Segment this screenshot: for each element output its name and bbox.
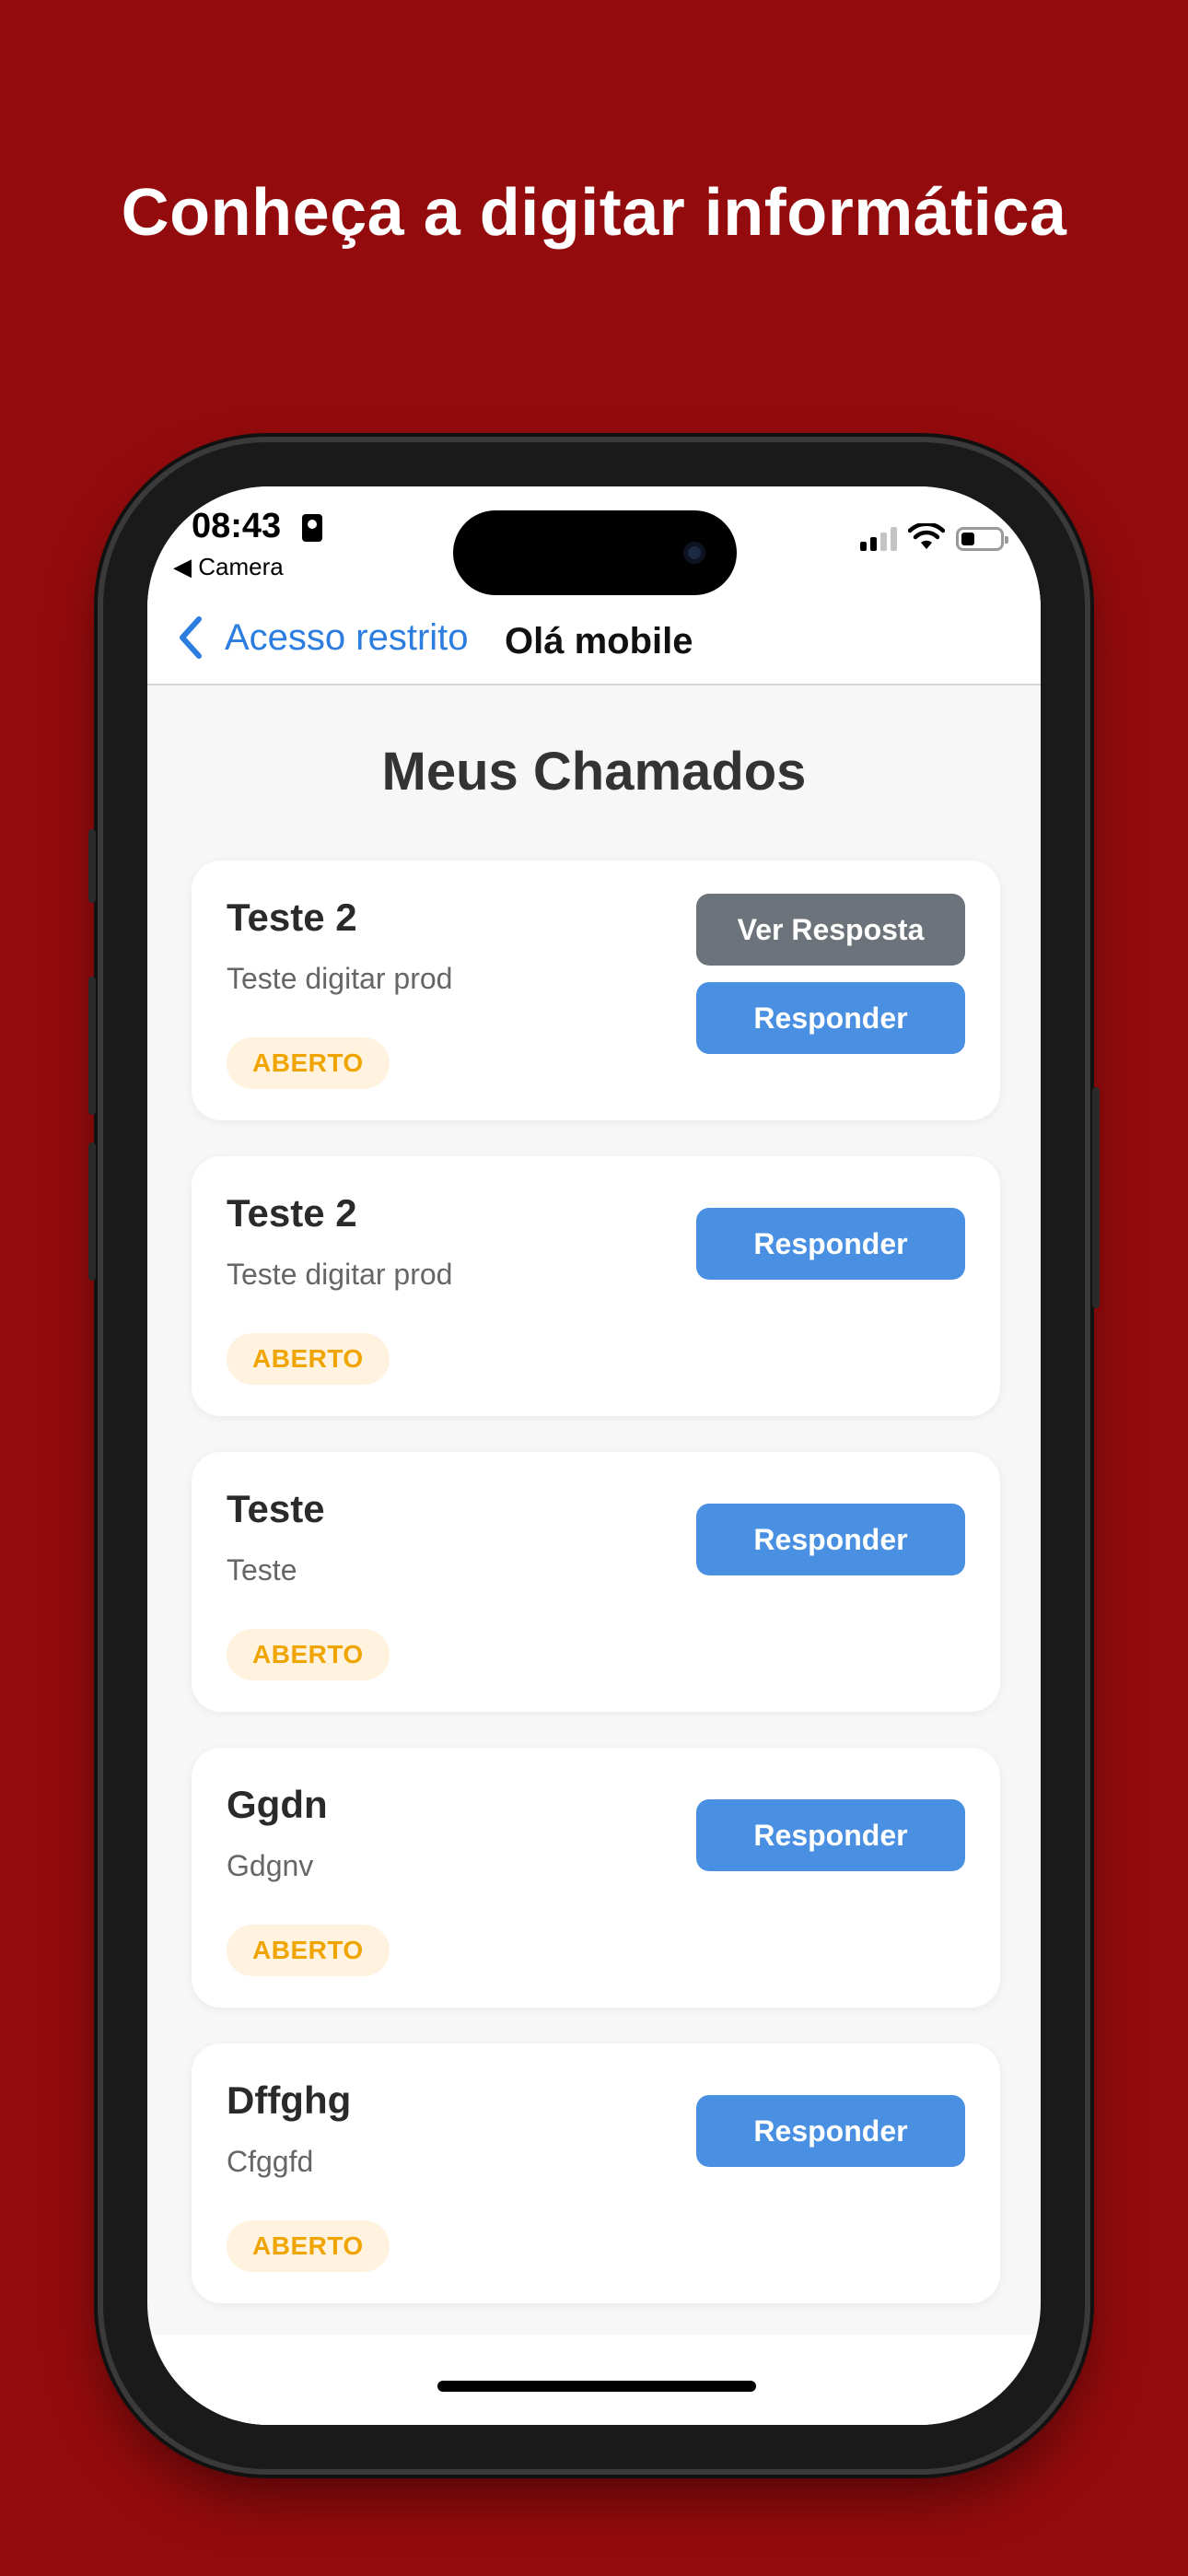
ticket-title: Teste 2 <box>227 896 357 939</box>
status-badge: ABERTO <box>227 1333 390 1385</box>
home-indicator-area <box>147 2335 1041 2425</box>
ticket-card: Dffghg Cfggfd ABERTO Responder <box>192 2043 1000 2303</box>
status-icons <box>860 523 1008 551</box>
reply-button[interactable]: Responder <box>696 1208 965 1280</box>
dynamic-island <box>453 510 737 595</box>
back-button[interactable]: Acesso restrito <box>171 612 469 663</box>
ticket-title: Teste <box>227 1487 325 1530</box>
ticket-card: Teste Teste ABERTO Responder <box>192 1452 1000 1712</box>
chevron-left-icon <box>180 616 202 659</box>
contact-card-icon <box>302 514 322 542</box>
navigation-bar: Acesso restrito Olá mobile <box>147 597 1041 685</box>
app-screen: 08:43 ◀ Camera Acesso restrito Olá mobil… <box>147 486 1041 2425</box>
ticket-title: Dffghg <box>227 2078 352 2122</box>
front-camera-icon <box>683 542 705 564</box>
status-time: 08:43 <box>192 507 282 545</box>
view-response-button[interactable]: Ver Resposta <box>696 894 965 966</box>
battery-icon <box>956 527 1008 551</box>
ticket-description: Teste digitar prod <box>227 962 453 995</box>
ticket-description: Teste <box>227 1553 297 1587</box>
reply-button[interactable]: Responder <box>696 982 965 1054</box>
ticket-description: Cfggfd <box>227 2145 314 2178</box>
power-button <box>1092 1087 1100 1308</box>
ticket-card: Ggdn Gdgnv ABERTO Responder <box>192 1748 1000 2008</box>
reply-button[interactable]: Responder <box>696 1504 965 1575</box>
back-to-app-link[interactable]: ◀ Camera <box>173 553 284 581</box>
status-bar: 08:43 ◀ Camera <box>147 486 1041 597</box>
cellular-signal-icon <box>860 527 897 551</box>
action-button <box>88 829 96 903</box>
ticket-card: Teste 2 Teste digitar prod ABERTO Ver Re… <box>192 861 1000 1120</box>
volume-up-button <box>88 977 96 1115</box>
reply-button[interactable]: Responder <box>696 1799 965 1871</box>
status-badge: ABERTO <box>227 1037 390 1089</box>
ticket-title: Ggdn <box>227 1783 328 1826</box>
home-indicator[interactable] <box>437 2381 756 2392</box>
ticket-description: Teste digitar prod <box>227 1258 453 1291</box>
phone-frame: 08:43 ◀ Camera Acesso restrito Olá mobil… <box>88 442 1100 2469</box>
status-badge: ABERTO <box>227 2220 390 2272</box>
back-button-label: Acesso restrito <box>225 616 469 658</box>
volume-down-button <box>88 1142 96 1281</box>
ticket-description: Gdgnv <box>227 1849 314 1882</box>
promo-headline: Conheça a digitar informática <box>121 176 1067 250</box>
reply-button[interactable]: Responder <box>696 2095 965 2167</box>
page-title: Meus Chamados <box>381 742 807 802</box>
status-badge: ABERTO <box>227 1925 390 1976</box>
tickets-screen: Meus Chamados Teste 2 Teste digitar prod… <box>147 685 1041 2425</box>
nav-title: Olá mobile <box>505 621 693 662</box>
status-badge: ABERTO <box>227 1629 390 1680</box>
ticket-title: Teste 2 <box>227 1191 357 1235</box>
ticket-card: Teste 2 Teste digitar prod ABERTO Respon… <box>192 1156 1000 1416</box>
wifi-icon <box>908 523 945 549</box>
